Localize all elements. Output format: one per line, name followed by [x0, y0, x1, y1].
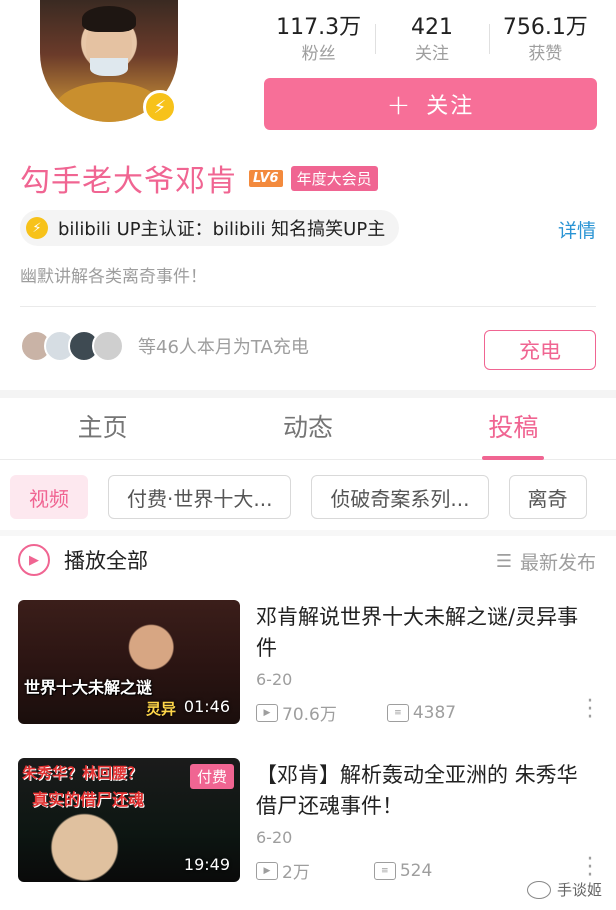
sort-button[interactable]: ☰ 最新发布 [496, 548, 596, 575]
stat-value: 117.3万 [276, 15, 362, 40]
chip-paid-series[interactable]: 付费·世界十大... [108, 475, 292, 519]
chip-case-series[interactable]: 侦破奇案系列... [311, 475, 489, 519]
avatar-hair [82, 6, 136, 32]
video-thumbnail[interactable]: 朱秀华？林回腰？ 真实的借尸还魂 付费 19:49 [18, 758, 240, 882]
video-meta: ▶ 2万 ≡ 524 [256, 858, 432, 883]
username: 勾手老大爷邓肯 [20, 164, 237, 199]
watermark: 手谈姬 [526, 879, 602, 900]
charge-text: 等46人本月为TA充电 [138, 337, 309, 358]
thumb-caption-2: 灵异 [146, 700, 177, 718]
tab-home[interactable]: 主页 [0, 398, 205, 459]
stat-value: 421 [410, 15, 453, 40]
video-date: 6-20 [256, 670, 293, 689]
charge-button[interactable]: 充电 [484, 330, 596, 370]
video-item[interactable]: 朱秀华？林回腰？ 真实的借尸还魂 付费 19:49 【邓肯】解析轰动全亚洲的 朱… [18, 758, 600, 887]
vip-badge[interactable]: 年度大会员 [290, 165, 378, 191]
stats-bar: 117.3万 粉丝 421 关注 756.1万 获赞 [262, 14, 602, 66]
verification-text: bilibili UP主认证：bilibili 知名搞笑UP主 [58, 219, 386, 240]
stat-label: 关注 [414, 44, 449, 64]
more-options-icon[interactable]: · · · [580, 849, 600, 887]
video-duration: 01:46 [183, 697, 230, 716]
verification-pill: ⚡ bilibili UP主认证：bilibili 知名搞笑UP主 [20, 210, 400, 246]
danmaku-icon: ≡ [373, 861, 396, 880]
follow-label: 关注 [426, 94, 475, 119]
paid-badge: 付费 [189, 764, 234, 789]
play-all-label: 播放全部 [64, 549, 148, 573]
stat-label: 粉丝 [301, 44, 336, 64]
stat-label: 获赞 [528, 44, 563, 64]
menu-icon: ☰ [495, 551, 512, 572]
bio: 幽默讲解各类离奇事件！ [20, 267, 207, 287]
tab-uploads[interactable]: 投稿 [411, 398, 616, 460]
avatar-mask [90, 58, 128, 76]
video-meta: ▶ 70.6万 ≡ 4387 [256, 700, 456, 725]
section-divider [0, 390, 616, 398]
supporter-avatar [92, 330, 124, 362]
name-row: 勾手老大爷邓肯 LV6 年度大会员 [20, 156, 378, 200]
profile-tabs: 主页 动态 投稿 [0, 398, 616, 460]
thumb-caption: 朱秀华？林回腰？ [22, 764, 143, 782]
danmaku-icon: ≡ [386, 703, 409, 722]
verified-bolt-icon: ⚡ [143, 90, 177, 124]
video-title[interactable]: 邓肯解说世界十大未解之谜/灵异事件 [256, 602, 596, 664]
play-count-icon: ▶ [256, 861, 278, 880]
view-count: 70.6万 [282, 705, 337, 725]
watermark-text: 手谈姬 [556, 881, 602, 899]
chip-video[interactable]: 视频 [10, 475, 88, 519]
view-count: 2万 [282, 863, 310, 883]
thumb-caption: 世界十大未解之谜 [24, 678, 153, 697]
chip-more[interactable]: 离奇 [508, 475, 587, 519]
stat-following[interactable]: 421 关注 [375, 14, 488, 66]
plus-icon: + [386, 87, 413, 121]
stat-fans[interactable]: 117.3万 粉丝 [262, 14, 375, 66]
video-item[interactable]: 世界十大未解之谜 灵异 01:46 邓肯解说世界十大未解之谜/灵异事件 6-20… [18, 600, 600, 729]
divider [20, 306, 596, 307]
wechat-icon [526, 880, 551, 899]
video-thumbnail[interactable]: 世界十大未解之谜 灵异 01:46 [18, 600, 240, 724]
tab-dynamics[interactable]: 动态 [205, 398, 410, 459]
video-duration: 19:49 [183, 855, 230, 874]
video-date: 6-20 [256, 828, 293, 847]
sort-label: 最新发布 [519, 552, 596, 574]
detail-link[interactable]: 详情 [558, 216, 596, 243]
comment-count: 4387 [412, 702, 457, 723]
more-options-icon[interactable]: · · · [580, 691, 600, 729]
play-count-icon: ▶ [256, 703, 278, 722]
follow-button[interactable]: + 关注 [264, 78, 597, 130]
stat-value: 756.1万 [502, 15, 588, 40]
thumb-caption-2: 真实的借尸还魂 [32, 790, 145, 809]
charge-supporters[interactable]: 等46人本月为TA充电 [20, 330, 309, 362]
section-divider [0, 530, 616, 536]
stat-likes[interactable]: 756.1万 获赞 [488, 14, 602, 66]
video-title[interactable]: 【邓肯】解析轰动全亚洲的 朱秀华借尸还魂事件！ [256, 760, 596, 822]
comment-count: 524 [399, 860, 433, 881]
category-chips: 视频 付费·世界十大... 侦破奇案系列... 离奇 [0, 472, 616, 522]
level-badge: LV6 [249, 169, 283, 187]
play-icon: ▶ [18, 544, 50, 576]
play-all-button[interactable]: ▶ 播放全部 [18, 540, 148, 580]
verified-bolt-icon: ⚡ [26, 217, 48, 239]
